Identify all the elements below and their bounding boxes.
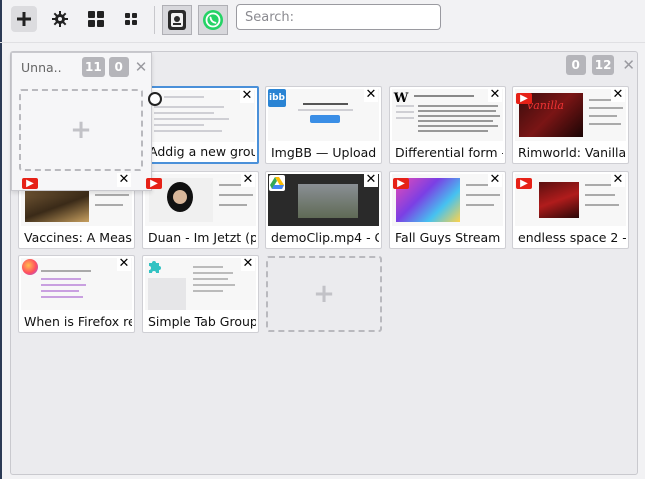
large-grid-view-button[interactable] [83,6,109,32]
group-count-b: 0 [108,57,129,77]
tab-title: ImgBB — Upload [271,145,377,160]
toolbar [0,0,645,43]
tab-title: Simple Tab Group [148,314,256,329]
tab-card[interactable]: ✕ Simple Tab Group [142,255,259,333]
tab-card[interactable]: ibb ✕ ImgBB — Upload [265,86,382,164]
tab-title: Differential form - [395,145,503,160]
search-input[interactable] [236,4,441,30]
small-grid-view-button[interactable] [118,6,144,32]
main-group-count-a: 0 [565,55,586,75]
google-drive-icon [269,175,285,191]
tab-title: Rimworld: Vanilla [518,145,626,160]
tab-card[interactable]: ▶ ✕ endless space 2 - [512,171,629,249]
window-left-edge [0,0,2,479]
add-tab-button[interactable]: + [19,89,143,171]
close-icon[interactable]: ✕ [488,173,502,187]
group-panel[interactable]: Unna.. 11 0 ✕ + [11,52,152,191]
gear-icon [52,11,68,27]
plus-icon [17,12,31,26]
close-icon[interactable]: ✕ [364,88,378,102]
group-badges: 11 0 ✕ [82,57,149,77]
imgbb-icon: ibb [268,89,286,107]
close-icon[interactable]: ✕ [240,89,254,103]
main-group-count-b: 12 [591,55,615,75]
tab-card[interactable]: ▶ ✕ Duan - Im Jetzt (p [142,171,259,249]
wikipedia-icon: W [393,90,409,106]
tab-card[interactable]: ✕ Addig a new grou [142,86,259,164]
youtube-icon: ▶ [516,178,532,189]
generic-page-icon [148,92,162,106]
tab-title: Fall Guys Stream [395,230,501,245]
tab-card[interactable]: ✕ When is Firefox re [18,255,135,333]
grid-small-icon [125,13,137,25]
tab-title: When is Firefox re [24,314,132,329]
close-icon[interactable]: ✕ [611,88,625,102]
main-group-badges: 0 12 ✕ [565,55,637,75]
close-icon[interactable]: ✕ [620,55,637,75]
close-icon[interactable]: ✕ [133,57,150,77]
close-icon[interactable]: ✕ [117,257,131,271]
tab-thumbnail [146,90,255,142]
grid-large-icon [88,11,104,27]
tab-card[interactable]: ▶ ✕ Fall Guys Stream [389,171,506,249]
close-icon[interactable]: ✕ [611,173,625,187]
tab-manager-app-button[interactable] [162,5,192,35]
group-title[interactable]: Unna.. [21,60,62,75]
youtube-icon: ▶ [22,178,38,189]
youtube-icon: ▶ [393,178,409,189]
youtube-icon: ▶ [146,178,162,189]
tab-manager-app-icon [168,10,186,30]
whatsapp-app-icon [203,10,223,30]
tab-title: demoClip.mp4 - G [271,230,379,245]
plus-icon: + [313,279,335,309]
close-icon[interactable]: ✕ [117,173,131,187]
close-icon[interactable]: ✕ [364,173,378,187]
firefox-icon [22,259,38,275]
close-icon[interactable]: ✕ [241,257,255,271]
tab-card[interactable]: W ✕ Differential form - [389,86,506,164]
new-tab-button[interactable] [11,6,37,32]
tab-title: Vaccines: A Measu [24,230,132,245]
puzzle-icon [146,259,162,275]
close-icon[interactable]: ✕ [241,173,255,187]
tab-card[interactable]: vanilla ▶ ✕ Rimworld: Vanilla [512,86,629,164]
tab-title: Addig a new grou [149,144,255,159]
close-icon[interactable]: ✕ [488,88,502,102]
tab-card[interactable]: ✕ demoClip.mp4 - G [265,171,382,249]
add-tab-button[interactable]: + [266,256,382,332]
youtube-icon: ▶ [516,93,532,104]
tab-title: endless space 2 - [518,230,626,245]
settings-button[interactable] [47,6,73,32]
whatsapp-app-button[interactable] [198,5,228,35]
toolbar-separator [154,6,155,34]
tab-title: Duan - Im Jetzt (p [148,230,256,245]
plus-icon: + [70,115,92,145]
group-tab-count: 11 [82,57,105,77]
